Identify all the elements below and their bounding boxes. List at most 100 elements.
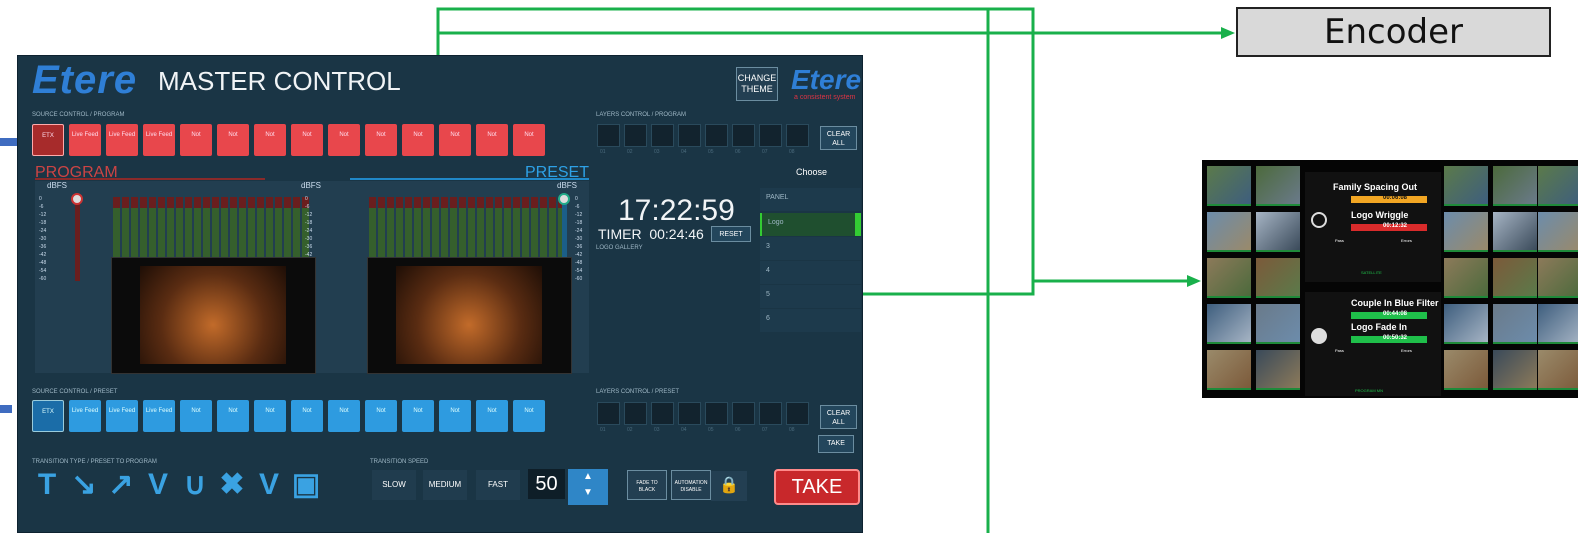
program-source-button[interactable]: Live Feed: [143, 124, 175, 156]
mv-bottom-errors: Errors: [1401, 348, 1412, 353]
logo-gallery-label: LOGO GALLERY: [596, 245, 643, 251]
chevron-down-icon[interactable]: ▼: [568, 485, 608, 501]
preset-source-button[interactable]: Not: [328, 400, 360, 432]
program-source-button[interactable]: Not: [328, 124, 360, 156]
layer-button[interactable]: 02: [624, 124, 647, 155]
program-source-button[interactable]: Not: [180, 124, 212, 156]
speed-value-field[interactable]: 50: [528, 469, 565, 499]
panel-item[interactable]: 4: [760, 261, 861, 284]
multiviewer: Family Spacing Out 00:06:08 Logo Wriggle…: [1202, 160, 1578, 398]
layer-button[interactable]: 01: [597, 124, 620, 155]
layer-button[interactable]: 08: [786, 124, 809, 155]
automation-disable-button[interactable]: AUTOMATION DISABLE: [671, 470, 711, 500]
multiviewer-thumbnail: [1538, 166, 1578, 206]
multiviewer-thumbnail: [1207, 350, 1251, 390]
change-theme-button[interactable]: CHANGE THEME: [736, 67, 778, 101]
transition-icon[interactable]: ↗: [106, 470, 136, 500]
reset-button[interactable]: RESET: [711, 226, 751, 242]
preset-source-button[interactable]: Live Feed: [106, 400, 138, 432]
layer-button[interactable]: 03: [651, 124, 674, 155]
timer-value: 00:24:46: [649, 226, 704, 242]
program-source-button[interactable]: Not: [439, 124, 471, 156]
panel-item[interactable]: PANEL: [760, 188, 861, 211]
take-button[interactable]: TAKE: [774, 469, 860, 505]
layer-button[interactable]: 05: [705, 124, 728, 155]
layer-number: 08: [789, 149, 795, 155]
panel-item[interactable]: 5: [760, 285, 861, 308]
layer-button[interactable]: 08: [786, 402, 809, 433]
preset-source-button[interactable]: Not: [291, 400, 323, 432]
program-fader-knob[interactable]: [71, 193, 83, 205]
transition-icon[interactable]: ↘: [69, 470, 99, 500]
clear-all-program-button[interactable]: CLEAR ALL: [820, 126, 857, 150]
layer-button[interactable]: 01: [597, 402, 620, 433]
transition-icon[interactable]: ✖: [217, 470, 247, 500]
mv-bottom-pass: Pass: [1335, 348, 1344, 353]
program-source-button[interactable]: Not: [513, 124, 545, 156]
timer-label: TIMER: [598, 226, 642, 242]
panel-item[interactable]: Logo: [760, 213, 861, 236]
preset-source-button[interactable]: Not: [439, 400, 471, 432]
program-source-button[interactable]: Not: [217, 124, 249, 156]
multiviewer-thumbnail: [1444, 304, 1488, 344]
preset-source-button[interactable]: Live Feed: [143, 400, 175, 432]
transition-icon[interactable]: ∪: [180, 470, 210, 500]
panel-item[interactable]: 6: [760, 309, 861, 332]
dbfs-label-center: dBFS: [301, 181, 322, 190]
transition-icon[interactable]: T: [32, 470, 62, 500]
preset-source-button[interactable]: Not: [217, 400, 249, 432]
program-source-button[interactable]: Not: [402, 124, 434, 156]
preset-source-button[interactable]: Live Feed: [69, 400, 101, 432]
program-source-button[interactable]: Live Feed: [106, 124, 138, 156]
lock-icon[interactable]: 🔒: [711, 471, 747, 501]
speed-stepper[interactable]: ▲ ▼: [568, 469, 608, 505]
preset-source-button[interactable]: ETX: [32, 400, 64, 432]
db-scale-left: 0 -6 -12 -18 -24 -30 -36 -42 -48 -54 -60: [39, 195, 46, 283]
preset-source-button[interactable]: Not: [365, 400, 397, 432]
layer-number: 05: [708, 149, 714, 155]
preset-source-button[interactable]: Not: [476, 400, 508, 432]
program-fader-track[interactable]: [75, 195, 80, 281]
layer-button[interactable]: 02: [624, 402, 647, 433]
db-scale-tick: -18: [39, 220, 47, 226]
speed-slow-button[interactable]: SLOW: [372, 470, 416, 500]
program-source-button[interactable]: Not: [365, 124, 397, 156]
preset-source-button[interactable]: Not: [180, 400, 212, 432]
clear-all-preset-button[interactable]: CLEAR ALL: [820, 405, 857, 429]
preset-source-row: ETX Live Feed Live Feed Live Feed Not Not Not N…: [32, 400, 545, 432]
layer-button[interactable]: 06: [732, 124, 755, 155]
preset-source-button[interactable]: Not: [254, 400, 286, 432]
take-small-button[interactable]: TAKE: [818, 435, 854, 453]
speed-medium-button[interactable]: MEDIUM: [423, 470, 467, 500]
layer-button[interactable]: 07: [759, 124, 782, 155]
layer-number: 04: [681, 427, 687, 433]
db-scale-tick: -6: [39, 204, 44, 210]
layer-button[interactable]: 04: [678, 124, 701, 155]
transition-icon[interactable]: ▣: [291, 470, 321, 500]
chevron-up-icon[interactable]: ▲: [568, 469, 608, 485]
speed-fast-button[interactable]: FAST: [476, 470, 520, 500]
preset-source-button[interactable]: Not: [402, 400, 434, 432]
layer-button[interactable]: 07: [759, 402, 782, 433]
layer-button[interactable]: 04: [678, 402, 701, 433]
db-scale-tick: -30: [575, 236, 583, 242]
panel-item[interactable]: 3: [760, 237, 861, 260]
db-scale-right: 0 -6 -12 -18 -24 -30 -36 -42 -48 -54 -60: [575, 195, 582, 283]
db-scale-tick: -54: [39, 268, 47, 274]
preset-source-button[interactable]: Not: [513, 400, 545, 432]
program-source-button[interactable]: Not: [254, 124, 286, 156]
program-source-button[interactable]: ETX: [32, 124, 64, 156]
program-source-button[interactable]: Not: [476, 124, 508, 156]
program-source-button[interactable]: Live Feed: [69, 124, 101, 156]
preset-fader-knob[interactable]: [558, 193, 570, 205]
transition-icon[interactable]: V: [254, 470, 284, 500]
mv-top-errors: Errors: [1401, 238, 1412, 243]
db-scale-tick: -36: [575, 244, 583, 250]
fade-to-black-button[interactable]: FADE TO BLACK: [627, 470, 667, 500]
layers-program-row: 01 02 03 04 05 06 07 08: [597, 124, 809, 155]
layer-button[interactable]: 06: [732, 402, 755, 433]
transition-icon[interactable]: V: [143, 470, 173, 500]
layer-button[interactable]: 03: [651, 402, 674, 433]
layer-button[interactable]: 05: [705, 402, 728, 433]
program-source-button[interactable]: Not: [291, 124, 323, 156]
